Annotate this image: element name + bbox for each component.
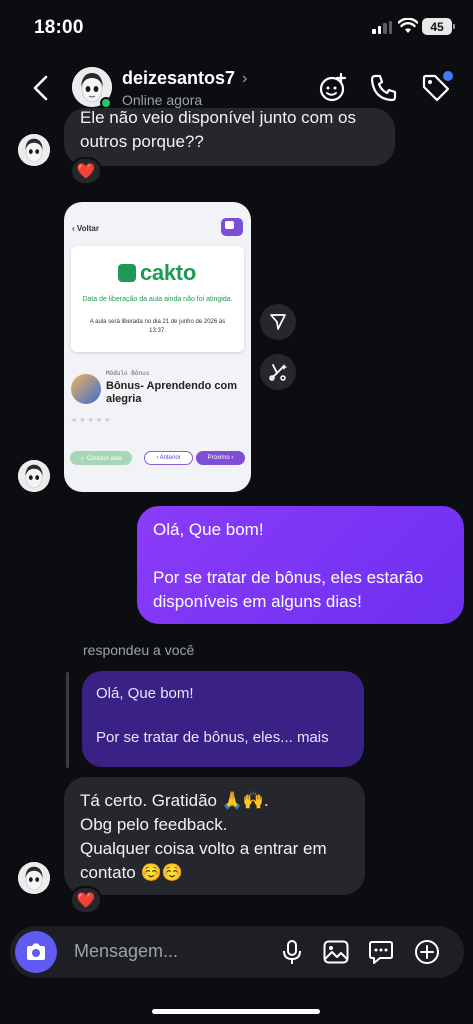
back-arrow-icon[interactable] <box>28 74 54 102</box>
camera-icon <box>27 943 45 960</box>
heart-reaction-icon[interactable]: ❤️ <box>70 157 102 185</box>
release-info: A aula será liberada no dia 21 de junho … <box>89 319 226 334</box>
ai-edit-button[interactable] <box>260 354 296 390</box>
shared-screenshot[interactable]: ‹ Voltar cakto Data de liberação da aula… <box>64 202 251 492</box>
previous-button: ‹ Anterior <box>144 451 193 465</box>
send-icon <box>270 314 286 330</box>
avatar[interactable] <box>18 134 50 166</box>
sticker-chat-icon[interactable] <box>365 936 397 968</box>
avatar-face-icon <box>18 460 50 492</box>
microphone-icon[interactable] <box>276 936 308 968</box>
notification-dot <box>443 71 453 81</box>
status-time: 18:00 <box>34 17 84 38</box>
status-bar: 18:00 45 <box>0 0 473 54</box>
gallery-icon[interactable] <box>320 936 352 968</box>
sticker-icon[interactable] <box>317 72 349 104</box>
message-outgoing[interactable]: Olá, Que bom! Por se tratar de bônus, el… <box>137 506 464 624</box>
home-indicator <box>152 1009 320 1014</box>
avatar[interactable] <box>18 460 50 492</box>
chevron-right-icon[interactable]: › <box>242 70 247 88</box>
message-text-line: Olá, Que bom! <box>153 520 264 539</box>
forward-button[interactable] <box>260 304 296 340</box>
message-text-line: Por se tratar de bônus, eles estarão <box>153 568 424 587</box>
cakto-logo: cakto <box>118 260 196 286</box>
next-button: Próximo › <box>196 451 245 465</box>
back-link: ‹ Voltar <box>72 224 99 233</box>
module-thumbnail <box>71 374 101 404</box>
quote-text-line: Por se tratar de bônus, eles... mais <box>96 729 329 746</box>
message-incoming-3[interactable]: Tá certo. Gratidão 🙏🙌. Obg pelo feedback… <box>64 777 365 895</box>
contact-name[interactable]: deizesantos7 <box>122 68 235 89</box>
message-text-line: contato ☺️☺️ <box>80 863 183 882</box>
message-text-line: Ele não veio disponível junto com os <box>80 108 356 127</box>
complete-lesson-button: ✓ Concluir aula <box>70 451 132 465</box>
quote-text-line: Olá, Que bom! <box>96 685 194 702</box>
magic-edit-icon <box>269 364 287 381</box>
replied-label: respondeu a você <box>83 642 195 658</box>
lock-notice-panel: cakto Data de liberação da aula ainda nã… <box>71 246 244 352</box>
avatar[interactable] <box>18 862 50 894</box>
message-composer <box>10 926 464 978</box>
camera-button[interactable] <box>15 931 57 973</box>
lesson-title: Bônus- Aprendendo com alegria <box>106 380 237 405</box>
message-text-line: Obg pelo feedback. <box>80 815 228 834</box>
cactus-icon <box>118 264 136 282</box>
reply-indicator-bar <box>66 672 69 768</box>
badge-icon <box>221 218 243 236</box>
battery-icon: 45 <box>422 18 455 35</box>
message-incoming-1[interactable]: Ele não veio disponível junto com os out… <box>64 108 395 166</box>
module-label: Módulo Bônus <box>106 370 150 377</box>
battery-level: 45 <box>430 19 444 34</box>
plus-icon[interactable] <box>411 936 443 968</box>
signal-icon <box>372 21 392 34</box>
wifi-icon <box>398 18 418 33</box>
message-input[interactable] <box>74 941 274 962</box>
release-notice: Data de liberação da aula ainda não foi … <box>82 296 233 303</box>
message-text-line: Tá certo. Gratidão 🙏🙌. <box>80 791 269 810</box>
avatar-face-icon <box>18 134 50 166</box>
phone-icon[interactable] <box>368 72 400 104</box>
message-text-line: Qualquer coisa volto a entrar em <box>80 839 327 858</box>
quoted-message[interactable]: Olá, Que bom! Por se tratar de bônus, el… <box>82 671 364 767</box>
message-text-line: disponíveis em alguns dias! <box>153 592 362 611</box>
avatar-face-icon <box>18 862 50 894</box>
message-text-line: outros porque?? <box>80 132 204 151</box>
rating-stars: ★★★★★ <box>71 417 113 424</box>
heart-reaction-icon[interactable]: ❤️ <box>70 886 102 914</box>
presence-status: Online agora <box>122 92 203 108</box>
